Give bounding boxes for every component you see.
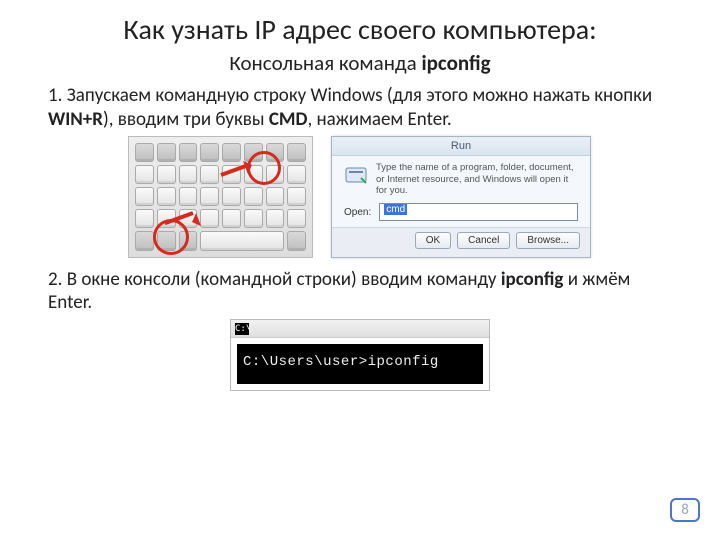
subtitle-command: ipconfig	[421, 50, 490, 76]
open-input-value: cmd	[384, 204, 407, 215]
step1-cmd: CMD	[269, 108, 308, 131]
step1-text-a: 1. Запускаем командную строку Windows (д…	[48, 84, 652, 107]
slide: Как узнать IP адрес своего компьютера: К…	[0, 0, 720, 540]
subtitle-text: Консольная команда	[229, 50, 421, 76]
keyboard-figure	[128, 136, 313, 258]
step-2: 2. В окне консоли (командной строки) вво…	[48, 268, 672, 316]
win-key-highlight-icon	[153, 219, 189, 255]
console-titlebar: C:\	[231, 320, 489, 338]
step-1: 1. Запускаем командную строку Windows (д…	[48, 84, 672, 132]
figure-row-1: Run Type the name of a program, folder, …	[128, 136, 672, 258]
step1-text-b: ), вводим три буквы	[103, 108, 269, 131]
run-program-icon	[344, 164, 368, 188]
console-text: C:\Users\user>ipconfig	[243, 354, 477, 370]
run-buttons-row: OK Cancel Browse...	[332, 227, 590, 257]
step2-text-a: 2. В окне консоли (командной строки) вво…	[48, 268, 501, 291]
page-title: Как узнать IP адрес своего компьютера:	[48, 14, 672, 46]
subtitle: Консольная команда ipconfig	[48, 50, 672, 76]
ok-button[interactable]: OK	[415, 232, 451, 249]
run-dialog-title: Run	[332, 137, 590, 156]
console-frame: C:\Users\user>ipconfig	[237, 344, 483, 384]
run-dialog: Run Type the name of a program, folder, …	[331, 136, 591, 258]
run-dialog-body: Type the name of a program, folder, docu…	[332, 156, 590, 202]
browse-button[interactable]: Browse...	[516, 232, 580, 249]
console-figure: C:\ C:\Users\user>ipconfig	[230, 319, 490, 391]
run-open-row: Open: cmd	[332, 201, 590, 227]
run-hint-text: Type the name of a program, folder, docu…	[376, 162, 578, 198]
cmd-icon: C:\	[235, 323, 249, 335]
console-figure-wrap: C:\ C:\Users\user>ipconfig	[230, 319, 490, 391]
open-input[interactable]: cmd	[379, 203, 578, 221]
cancel-button[interactable]: Cancel	[457, 232, 510, 249]
page-number-badge: 8	[670, 498, 700, 522]
step1-keys: WIN+R	[48, 108, 103, 131]
step2-cmd: ipconfig	[501, 268, 564, 291]
step1-text-c: , нажимаем Enter.	[307, 108, 451, 131]
open-label: Open:	[344, 207, 371, 218]
